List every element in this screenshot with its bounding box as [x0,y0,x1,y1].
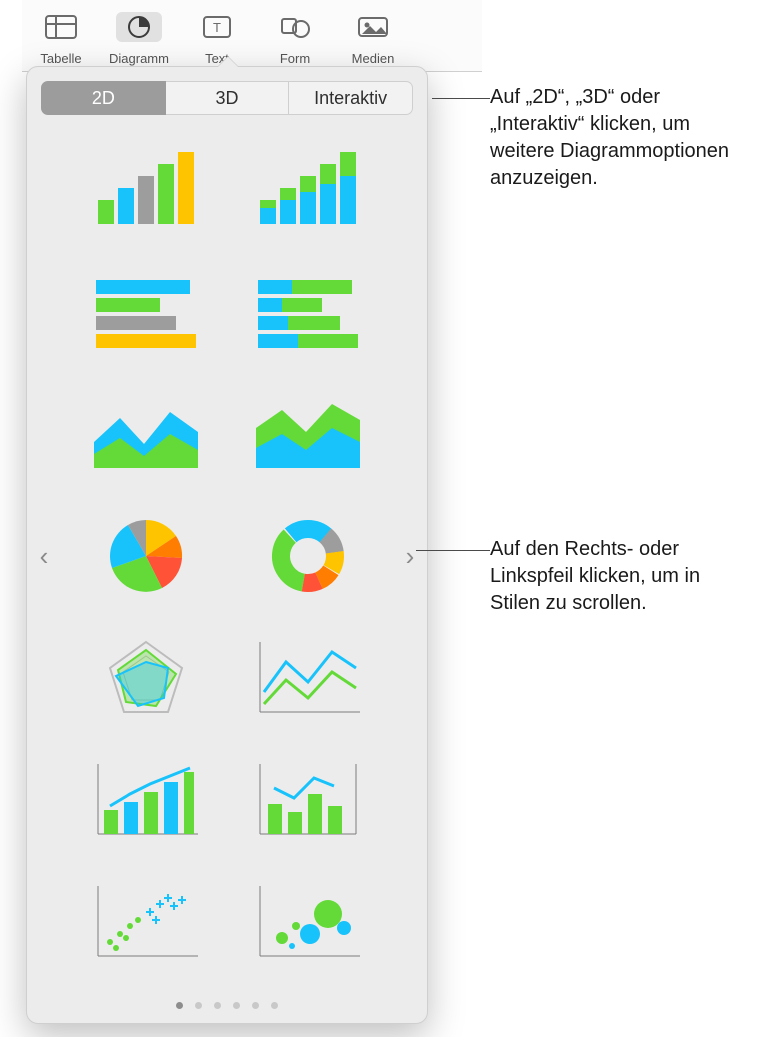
page-dot[interactable] [195,1002,202,1009]
toolbar-item-label: Medien [334,51,412,66]
combo-two-axes-chart-icon [248,754,368,846]
chart-tile-pie[interactable] [65,495,227,617]
svg-text:T: T [213,20,221,35]
chart-tile-radar[interactable] [65,617,227,739]
toolbar-item-media[interactable]: Medien [334,12,412,66]
toolbar-item-shape[interactable]: Form [256,12,334,66]
segment-3d[interactable]: 3D [166,81,290,115]
chart-popover: 2D 3D Interaktiv ‹ [26,66,428,1024]
combo-chart-icon [86,754,206,846]
page-dot[interactable] [214,1002,221,1009]
radar-chart-icon [86,632,206,724]
chevron-left-icon: ‹ [40,541,49,572]
segment-2d[interactable]: 2D [41,81,166,115]
horizontal-bar-chart-icon [86,266,206,358]
prev-style-button[interactable]: ‹ [27,129,61,983]
chart-tile-scatter[interactable] [65,861,227,983]
text-icon: T [194,12,240,42]
page-dot[interactable] [252,1002,259,1009]
shape-icon [272,12,318,42]
toolbar-item-label: Form [256,51,334,66]
chart-tile-stacked-horizontal-bar[interactable] [227,251,389,373]
toolbar: Tabelle Diagramm T Text Form Medien [22,0,482,72]
segment-interactive[interactable]: Interaktiv [289,81,413,115]
chart-tile-donut[interactable] [227,495,389,617]
media-icon [350,12,396,42]
stacked-horizontal-bar-chart-icon [248,266,368,358]
callout-segments: Auf „2D“, „3D“ oder „Interaktiv“ klicken… [490,84,760,192]
callout-text: Auf „2D“, „3D“ oder „Interaktiv“ klicken… [490,86,729,189]
chart-tile-horizontal-bar[interactable] [65,251,227,373]
bar-chart-icon [86,144,206,236]
chevron-right-icon: › [406,541,415,572]
chart-tile-combo[interactable] [65,739,227,861]
chart-type-segments: 2D 3D Interaktiv [41,81,413,115]
chart-tile-bar[interactable] [65,129,227,251]
area-chart-icon [86,388,206,480]
line-chart-icon [248,632,368,724]
chart-style-grid [61,129,393,983]
toolbar-item-label: Diagramm [100,51,178,66]
chart-tile-stacked-area[interactable] [227,373,389,495]
callout-arrows: Auf den Rechts- oder Linkspfeil klicken,… [490,536,750,617]
chart-style-scroller: ‹ [27,129,427,983]
toolbar-item-table[interactable]: Tabelle [22,12,100,66]
donut-chart-icon [248,510,368,602]
page-dots [27,1002,427,1009]
chart-tile-combo-two-axes[interactable] [227,739,389,861]
next-style-button[interactable]: › [393,129,427,983]
toolbar-item-chart[interactable]: Diagramm [100,12,178,66]
callout-text: Auf den Rechts- oder Linkspfeil klicken,… [490,538,700,614]
chart-tile-area[interactable] [65,373,227,495]
chart-tile-stacked-bar[interactable] [227,129,389,251]
page-dot[interactable] [176,1002,183,1009]
toolbar-item-label: Tabelle [22,51,100,66]
page-dot[interactable] [271,1002,278,1009]
chart-tile-bubble[interactable] [227,861,389,983]
stacked-bar-chart-icon [248,144,368,236]
chart-icon [116,12,162,42]
chart-tile-line[interactable] [227,617,389,739]
table-icon [38,12,84,42]
bubble-chart-icon [248,876,368,968]
page-dot[interactable] [233,1002,240,1009]
scatter-chart-icon [86,876,206,968]
stacked-area-chart-icon [248,388,368,480]
pie-chart-icon [86,510,206,602]
